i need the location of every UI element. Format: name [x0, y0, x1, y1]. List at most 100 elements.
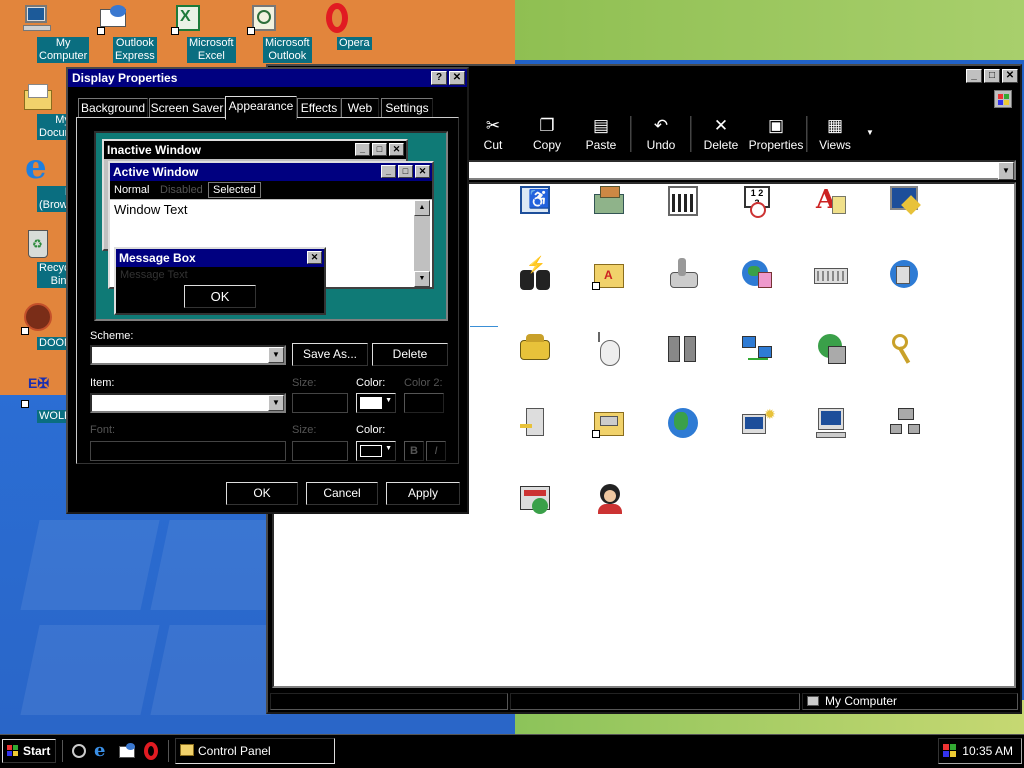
fonts-icon[interactable]: A — [814, 184, 850, 220]
maximize-button[interactable]: □ — [984, 69, 1000, 83]
tab-effects[interactable]: Effects — [297, 98, 341, 118]
desktop-icon-excel[interactable]: X Microsoft Excel — [152, 3, 236, 63]
desktop-icon-wolf3d[interactable]: E✠ WOLF3D — [2, 376, 87, 423]
cancel-label: Cancel — [323, 486, 361, 500]
keyboard-icon[interactable] — [814, 258, 850, 294]
desktop-icon-my-documents[interactable]: My Documen — [2, 80, 89, 140]
tab-web[interactable]: Web — [341, 98, 379, 118]
display-properties-dialog[interactable]: Display Properties ? ✕ Background Screen… — [66, 67, 469, 514]
properties-button[interactable]: ▣ Properties — [746, 116, 806, 156]
network-computers-icon[interactable] — [888, 406, 924, 442]
delete-label: Delete — [392, 347, 428, 361]
folder-icon — [180, 744, 194, 756]
scheme-label: Scheme: — [90, 330, 134, 342]
desktop-icon-opera[interactable]: Opera — [302, 3, 372, 50]
tab-settings[interactable]: Settings — [381, 98, 433, 118]
item-select[interactable]: ▼ — [90, 393, 286, 413]
views-dropdown-icon[interactable]: ▼ — [866, 128, 874, 137]
item-color-button[interactable]: ▼ — [356, 393, 396, 413]
status-location: My Computer — [802, 693, 1018, 710]
cut-button[interactable]: ✂ Cut — [466, 116, 520, 156]
date-time-icon[interactable] — [666, 184, 702, 220]
help-icon: ? — [435, 72, 443, 83]
close-icon: ✕ — [307, 251, 322, 264]
internet-options-icon[interactable] — [740, 258, 776, 294]
save-as-button[interactable]: Save As... — [292, 343, 368, 366]
start-button[interactable]: Start — [2, 739, 56, 763]
modems-icon[interactable] — [518, 332, 554, 368]
appearance-preview[interactable]: Inactive Window _ □ ✕ Active Window _ □ … — [94, 131, 448, 321]
font-color-button[interactable]: ▼ — [356, 441, 396, 461]
desktop-icon-doom[interactable]: DOOM — [2, 303, 76, 350]
tab-background[interactable]: Background — [78, 98, 148, 118]
bold-icon: B — [410, 445, 418, 457]
mail-fax-icon[interactable] — [888, 258, 924, 294]
maximize-icon: □ — [372, 143, 387, 156]
address-dropdown-button[interactable]: ▼ — [998, 162, 1014, 180]
minimize-button[interactable]: _ — [966, 69, 982, 83]
printers-icon[interactable] — [592, 406, 628, 442]
show-desktop-icon[interactable] — [70, 742, 88, 760]
outlook-express-icon — [96, 3, 130, 35]
ok-button[interactable]: OK — [226, 482, 298, 505]
recycle-bin-icon: ♻ — [20, 228, 54, 260]
preview-menubar: Normal Disabled Selected — [110, 181, 432, 199]
close-icon: ✕ — [389, 143, 404, 156]
delete-button[interactable]: Delete — [372, 343, 448, 366]
clock[interactable]: 10:35 AM — [962, 744, 1013, 758]
desktop-icon-outlook[interactable]: Microsoft Outlook — [228, 3, 312, 63]
passwords-icon[interactable] — [888, 332, 924, 368]
excel-icon: X — [170, 3, 204, 35]
tray-icon[interactable] — [943, 744, 957, 758]
regional-settings-icon[interactable]: 1 23 — [740, 184, 776, 220]
help-button[interactable]: ? — [431, 71, 447, 85]
taskbar-control-panel-button[interactable]: Control Panel — [175, 738, 335, 764]
internet-explorer-icon[interactable]: e — [94, 742, 112, 760]
system-icon[interactable] — [814, 406, 850, 442]
tab-screen-saver[interactable]: Screen Saver — [149, 98, 225, 118]
telephony-icon[interactable] — [518, 482, 554, 518]
views-button[interactable]: ▦ Views — [808, 116, 862, 156]
item-size-spinner — [292, 393, 348, 413]
accessibility-icon[interactable]: ♿ — [518, 184, 554, 220]
maximize-icon: □ — [398, 165, 413, 178]
chevron-down-icon[interactable]: ▼ — [268, 395, 284, 411]
preview-ok-button: OK — [184, 285, 256, 308]
chevron-down-icon[interactable]: ▼ — [268, 347, 284, 363]
network-icon[interactable] — [740, 332, 776, 368]
paste-button[interactable]: ▤ Paste — [574, 116, 628, 156]
desktop-icon-recycle-bin[interactable]: ♻ Recycle Bin — [2, 228, 81, 288]
desktop-icon-label: Opera — [337, 37, 372, 50]
outlook-express-icon[interactable] — [118, 742, 136, 760]
opera-icon[interactable] — [142, 742, 160, 760]
desktop-icon-outlook-express[interactable]: Outlook Express — [78, 3, 157, 63]
find-fast-icon[interactable]: ⚡ — [518, 258, 554, 294]
tab-appearance[interactable]: Appearance — [225, 96, 297, 120]
copy-button[interactable]: ❐ Copy — [520, 116, 574, 156]
window-text: Window Text — [114, 202, 188, 217]
odbc-icon[interactable] — [814, 332, 850, 368]
game-controllers-icon[interactable] — [666, 258, 702, 294]
delete-button[interactable]: ✕ Delete — [694, 116, 748, 156]
multimedia-icon[interactable] — [666, 332, 702, 368]
desktop-icon-ie[interactable]: e IE (Browservice — [2, 150, 103, 212]
add-remove-programs-icon[interactable] — [592, 184, 628, 220]
close-button[interactable]: ✕ — [449, 71, 465, 85]
views-label: Views — [819, 138, 851, 152]
close-button[interactable]: ✕ — [1002, 69, 1018, 83]
users-icon[interactable] — [592, 482, 628, 518]
sounds-icon[interactable]: ✹ — [740, 406, 776, 442]
power-management-icon[interactable] — [518, 406, 554, 442]
mouse-icon[interactable] — [592, 332, 628, 368]
cancel-button[interactable]: Cancel — [306, 482, 378, 505]
scroll-up-icon: ▲ — [414, 200, 430, 216]
dialog-titlebar[interactable]: Display Properties ? ✕ — [68, 69, 467, 87]
desktop-icon-my-computer[interactable]: My Computer — [2, 3, 90, 63]
scheme-select[interactable]: ▼ — [90, 345, 286, 365]
display-icon[interactable] — [888, 184, 924, 220]
taskbar-task-label: Control Panel — [198, 744, 271, 758]
apply-button[interactable]: Apply — [386, 482, 460, 505]
undo-button[interactable]: ↶ Undo — [634, 116, 688, 156]
regional-globe-icon[interactable] — [666, 406, 702, 442]
folder-options-icon[interactable]: A — [592, 258, 628, 294]
